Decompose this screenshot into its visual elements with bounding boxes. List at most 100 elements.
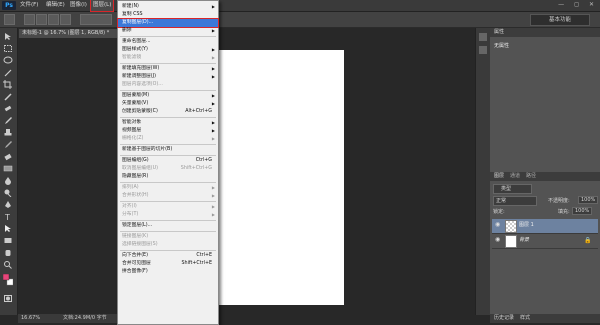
zoom-tool-icon[interactable]	[3, 260, 13, 269]
lasso-tool-icon[interactable]	[3, 56, 13, 65]
menu-item[interactable]: 取消图层编组(U) Shift+Ctrl+G	[118, 165, 218, 173]
dodge-tool-icon[interactable]	[3, 188, 13, 197]
selection-subtract-icon[interactable]	[48, 14, 59, 25]
menu-item[interactable]: 拼合图像(F)	[118, 268, 218, 276]
menu-item[interactable]: 删除 ▶	[118, 27, 218, 35]
submenu-arrow-icon: ▶	[211, 136, 215, 141]
menu-item[interactable]: 对齐(I) ▶	[118, 203, 218, 211]
selection-intersect-icon[interactable]	[60, 14, 71, 25]
blur-tool-icon[interactable]	[3, 176, 13, 185]
bottom-tabs: 历史记录 样式	[490, 314, 600, 323]
adjust-panel-icon[interactable]	[479, 46, 487, 54]
layer-row[interactable]: ◉ 背景 🔒	[492, 234, 598, 249]
type-tool-icon[interactable]: T	[3, 212, 13, 221]
history-brush-tool-icon[interactable]	[3, 140, 13, 149]
menu-item[interactable]: 链接图层(K)	[118, 233, 218, 241]
menu-item[interactable]: 合并可见图层 Shift+Ctrl+E	[118, 260, 218, 268]
hand-tool-icon[interactable]	[3, 248, 13, 257]
color-swatches-icon[interactable]	[3, 274, 13, 286]
quick-select-tool-icon[interactable]	[3, 68, 13, 77]
menu-item[interactable]: 新建调整图层(J) ▶	[118, 73, 218, 81]
menu-item[interactable]: 创建剪贴蒙版(C) Alt+Ctrl+G	[118, 108, 218, 116]
tab-styles[interactable]: 样式	[520, 314, 530, 323]
clone-stamp-tool-icon[interactable]	[3, 128, 13, 137]
menu-item[interactable]: 图层内容选项(O)...	[118, 81, 218, 89]
menu-item[interactable]: 矢量蒙版(V) ▶	[118, 100, 218, 108]
eraser-tool-icon[interactable]	[3, 152, 13, 161]
menu-item[interactable]: 视频图层 ▶	[118, 127, 218, 135]
menu-item-shortcut: Shift+Ctrl+G	[180, 166, 212, 171]
menu-item[interactable]: 智能对象 ▶	[118, 119, 218, 127]
pen-tool-icon[interactable]	[3, 200, 13, 209]
menu-item[interactable]: 栅格化(Z) ▶	[118, 135, 218, 143]
menu-item[interactable]: 新建(N) ▶	[118, 3, 218, 11]
menu-item-label: 创建剪贴蒙版(C)	[122, 109, 158, 114]
menu-layer[interactable]: 图层(L)	[89, 0, 115, 12]
opacity-field[interactable]: 100%	[578, 196, 599, 204]
menu-item[interactable]: 图层样式(Y) ▶	[118, 46, 218, 54]
menu-file[interactable]: 文件(F)	[18, 0, 40, 11]
rectangle-tool-icon[interactable]	[3, 236, 13, 245]
brush-tool-icon[interactable]	[3, 116, 13, 125]
selection-new-icon[interactable]	[24, 14, 35, 25]
quick-mask-icon[interactable]	[3, 294, 13, 303]
menu-item[interactable]: 图层蒙版(M) ▶	[118, 92, 218, 100]
fill-field[interactable]: 100%	[572, 207, 593, 215]
menu-item[interactable]: 智能滤镜 ▶	[118, 54, 218, 62]
menu-item[interactable]: 图层编组(G) Ctrl+G	[118, 157, 218, 165]
workspace-select[interactable]: 基本功能	[530, 14, 590, 26]
marquee-tool-icon[interactable]	[3, 44, 13, 53]
opacity-label: 不透明度:	[548, 198, 570, 204]
submenu-arrow-icon: ▶	[211, 185, 215, 190]
tab-properties[interactable]: 属性	[494, 28, 504, 37]
menu-item[interactable]: 复制 CSS	[118, 11, 218, 19]
submenu-arrow-icon: ▶	[211, 74, 215, 79]
layer-row[interactable]: ◉ 图层 1	[492, 219, 598, 234]
menu-separator	[120, 182, 216, 183]
gradient-tool-icon[interactable]	[3, 164, 13, 173]
panel-dock	[475, 28, 490, 315]
menu-item[interactable]: 新建填充图层(W) ▶	[118, 65, 218, 73]
healing-brush-tool-icon[interactable]	[3, 104, 13, 113]
layer-kind-filter[interactable]: 类型	[493, 184, 532, 194]
tab-layers[interactable]: 图层	[494, 172, 504, 181]
menu-edit[interactable]: 编辑(E)	[44, 0, 67, 11]
document-canvas[interactable]	[218, 50, 344, 305]
menu-item-label: 图层样式(Y)	[122, 47, 148, 52]
menu-separator	[120, 250, 216, 251]
submenu-arrow-icon: ▶	[211, 47, 215, 52]
blend-mode-select[interactable]: 正常	[493, 196, 537, 206]
layer-name[interactable]: 背景	[519, 236, 529, 245]
menu-separator	[120, 201, 216, 202]
submenu-arrow-icon: ▶	[211, 128, 215, 133]
feather-field[interactable]	[80, 14, 112, 25]
history-panel-icon[interactable]	[479, 33, 487, 41]
menu-item[interactable]: 选择链接图层(S)	[118, 241, 218, 249]
menu-item[interactable]: 复制图层(D)...	[117, 18, 219, 28]
menu-item[interactable]: 排列(A) ▶	[118, 184, 218, 192]
move-tool-icon[interactable]	[3, 32, 13, 41]
eyedropper-tool-icon[interactable]	[3, 92, 13, 101]
menu-separator	[120, 63, 216, 64]
path-selection-tool-icon[interactable]	[3, 224, 13, 233]
window-controls[interactable]: — ◻ ✕	[558, 1, 598, 10]
visibility-eye-icon[interactable]: ◉	[495, 222, 501, 228]
tab-paths[interactable]: 路径	[526, 172, 536, 181]
kind-filter-label: 类型	[501, 186, 512, 192]
tool-preset-icon[interactable]	[4, 14, 15, 25]
selection-add-icon[interactable]	[36, 14, 47, 25]
tab-history[interactable]: 历史记录	[494, 314, 514, 323]
menu-image[interactable]: 图像(I)	[68, 0, 89, 11]
zoom-level[interactable]: 16.67%	[21, 314, 40, 323]
menu-item[interactable]: 隐藏图层(R)	[118, 173, 218, 181]
visibility-eye-icon[interactable]: ◉	[495, 237, 501, 243]
menu-item[interactable]: 分布(T) ▶	[118, 211, 218, 219]
tab-channels[interactable]: 通道	[510, 172, 520, 181]
layer-name[interactable]: 图层 1	[519, 221, 534, 230]
menu-item[interactable]: 向下合并(E) Ctrl+E	[118, 252, 218, 260]
menu-item[interactable]: 合并形状(H) ▶	[118, 192, 218, 200]
menu-item[interactable]: 重命名图层...	[118, 38, 218, 46]
menu-item[interactable]: 新建基于图层的切片(B)	[118, 146, 218, 154]
crop-tool-icon[interactable]	[3, 80, 13, 89]
menu-item[interactable]: 锁定图层(L)...	[118, 222, 218, 230]
